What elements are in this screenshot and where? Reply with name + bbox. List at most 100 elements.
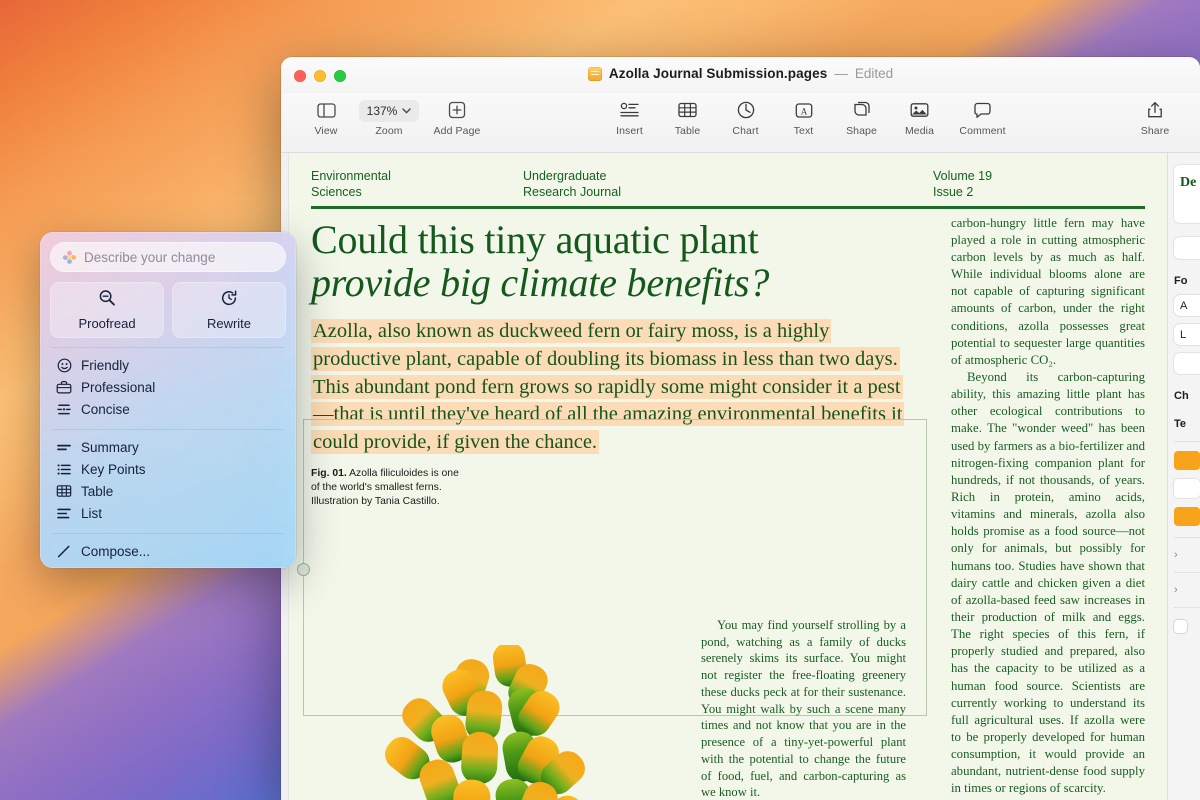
svg-text:A: A xyxy=(800,106,807,116)
toolbar-add-page-button[interactable]: Add Page xyxy=(423,96,491,137)
journal-header-line: Sciences xyxy=(311,184,362,199)
document-canvas[interactable]: Environmental Sciences Undergraduate Res… xyxy=(281,153,1200,800)
writing-tools-panel[interactable]: Describe your change Proofread Rewrite F… xyxy=(40,232,296,568)
pencil-icon xyxy=(56,543,72,559)
journal-issue: Issue 2 xyxy=(933,184,974,199)
toolbar-insert-button[interactable]: Insert xyxy=(601,96,659,137)
toolbar-add-page-label: Add Page xyxy=(433,125,481,137)
panel-divider-2 xyxy=(52,429,284,430)
describe-change-input[interactable]: Describe your change xyxy=(50,242,286,272)
media-icon xyxy=(910,98,929,122)
format-option-list[interactable]: List xyxy=(50,502,286,524)
journal-header-line: Environmental xyxy=(311,169,391,183)
briefcase-icon xyxy=(56,379,72,395)
toolbar-view-label: View xyxy=(314,125,338,137)
article-intro-paragraph[interactable]: Azolla, also known as duckweed fern or f… xyxy=(311,318,911,456)
article-right-column[interactable]: carbon-hungry little fern may have playe… xyxy=(937,215,1145,800)
text-color-swatch-white[interactable] xyxy=(1174,479,1200,498)
document-page[interactable]: Environmental Sciences Undergraduate Res… xyxy=(289,153,1167,800)
font-section-label: Fo xyxy=(1174,275,1188,287)
font-size-button[interactable]: L xyxy=(1174,324,1200,345)
format-option-summary[interactable]: Summary xyxy=(50,436,286,458)
azolla-fern-illustration[interactable] xyxy=(291,642,691,800)
format-inspector-panel[interactable]: De Fo A L Ch Te › › xyxy=(1167,153,1200,800)
title-separator: — xyxy=(834,66,848,81)
rewrite-label: Rewrite xyxy=(206,316,252,331)
proofread-button[interactable]: Proofread xyxy=(50,282,164,338)
format-label-list: List xyxy=(81,505,103,521)
toolbar-text-button[interactable]: A Text xyxy=(775,96,833,137)
magnifier-icon xyxy=(98,289,116,312)
toolbar-chart-button[interactable]: Chart xyxy=(717,96,775,137)
smiley-icon xyxy=(56,357,72,373)
pages-document-icon xyxy=(587,66,602,81)
edited-status-badge: Edited xyxy=(854,66,894,81)
toolbar-comment-button[interactable]: Comment xyxy=(949,96,1017,137)
text-section-label: Te xyxy=(1174,418,1187,430)
tone-label-friendly: Friendly xyxy=(81,357,130,373)
character-section-label: Ch xyxy=(1174,390,1189,402)
chevron-right-icon[interactable]: › xyxy=(1174,549,1200,561)
font-style-field[interactable] xyxy=(1174,353,1200,374)
chevron-down-icon xyxy=(402,108,412,114)
journal-header-rule xyxy=(311,206,1145,209)
compose-option[interactable]: Compose... xyxy=(50,540,286,562)
inspector-divider xyxy=(1174,441,1200,442)
format-option-key-points[interactable]: Key Points xyxy=(50,458,286,480)
journal-header-line: Undergraduate xyxy=(523,169,607,183)
journal-volume: Volume 19 xyxy=(933,169,993,183)
paragraph-style-preview[interactable]: De xyxy=(1174,165,1200,223)
article-middle-column[interactable]: You may find yourself strolling by a pon… xyxy=(701,617,906,800)
format-label-table: Table xyxy=(81,483,114,499)
font-family-button[interactable]: A xyxy=(1174,295,1200,316)
tone-option-professional[interactable]: Professional xyxy=(50,376,286,398)
describe-change-placeholder: Describe your change xyxy=(84,249,216,265)
middle-column-body: You may find yourself strolling by a pon… xyxy=(701,617,906,800)
plus-square-icon xyxy=(448,98,466,122)
panel-divider-3 xyxy=(52,533,284,534)
right-column-body: carbon-hungry little fern may have playe… xyxy=(951,215,1145,800)
toolbar-zoom-label: Zoom xyxy=(375,125,403,137)
shape-icon xyxy=(852,98,871,122)
figure-caption-label: Fig. 01. xyxy=(311,467,347,479)
format-label-key-points: Key Points xyxy=(81,461,146,477)
headline-line-2: provide big climate benefits? xyxy=(311,259,770,305)
app-toolbar: View 137% Zoom Add Page Insert Table Cha… xyxy=(281,93,1200,153)
table-icon xyxy=(678,98,697,122)
chevron-right-icon-2[interactable]: › xyxy=(1174,584,1200,596)
sparkle-icon xyxy=(62,250,77,265)
toolbar-text-label: Text xyxy=(793,125,814,137)
sidebar-icon xyxy=(316,98,336,122)
toolbar-insert-label: Insert xyxy=(616,125,643,137)
tone-option-concise[interactable]: Concise xyxy=(50,398,286,420)
toolbar-zoom-control[interactable]: 137% Zoom xyxy=(355,96,423,137)
inspector-divider-3 xyxy=(1174,572,1200,573)
zoom-value: 137% xyxy=(366,104,398,118)
rewrite-clock-icon xyxy=(220,289,238,312)
style-dropdown[interactable] xyxy=(1174,237,1200,259)
article-headline: Could this tiny aquatic plant provide bi… xyxy=(311,218,937,305)
toolbar-view-button[interactable]: View xyxy=(297,96,355,137)
toolbar-media-button[interactable]: Media xyxy=(891,96,949,137)
zoom-select[interactable]: 137% xyxy=(358,100,420,122)
toolbar-share-label: Share xyxy=(1140,125,1170,137)
inspector-divider-2 xyxy=(1174,537,1200,538)
journal-header-line: Research Journal xyxy=(523,184,621,199)
highlight-color-swatch-orange[interactable] xyxy=(1174,507,1200,526)
fern-lobes xyxy=(385,642,585,800)
figure-caption: Fig. 01. Azolla filiculoides is one of t… xyxy=(311,467,459,510)
paragraph: Beyond its carbon-capturing ability, thi… xyxy=(951,370,1146,796)
tone-option-friendly[interactable]: Friendly xyxy=(50,354,286,376)
toolbar-table-button[interactable]: Table xyxy=(659,96,717,137)
inspector-checkbox[interactable] xyxy=(1174,620,1187,633)
format-option-table[interactable]: Table xyxy=(50,480,286,502)
comment-icon xyxy=(973,98,992,122)
format-label-summary: Summary xyxy=(81,439,139,455)
toolbar-shape-button[interactable]: Shape xyxy=(833,96,891,137)
text-color-swatch-orange[interactable] xyxy=(1174,451,1200,470)
toolbar-share-button[interactable]: Share xyxy=(1126,96,1184,137)
text-selection-handle[interactable] xyxy=(297,562,310,576)
journal-header-col-2: Undergraduate Research Journal xyxy=(523,169,933,200)
rewrite-button[interactable]: Rewrite xyxy=(172,282,286,338)
chart-icon xyxy=(737,98,755,122)
